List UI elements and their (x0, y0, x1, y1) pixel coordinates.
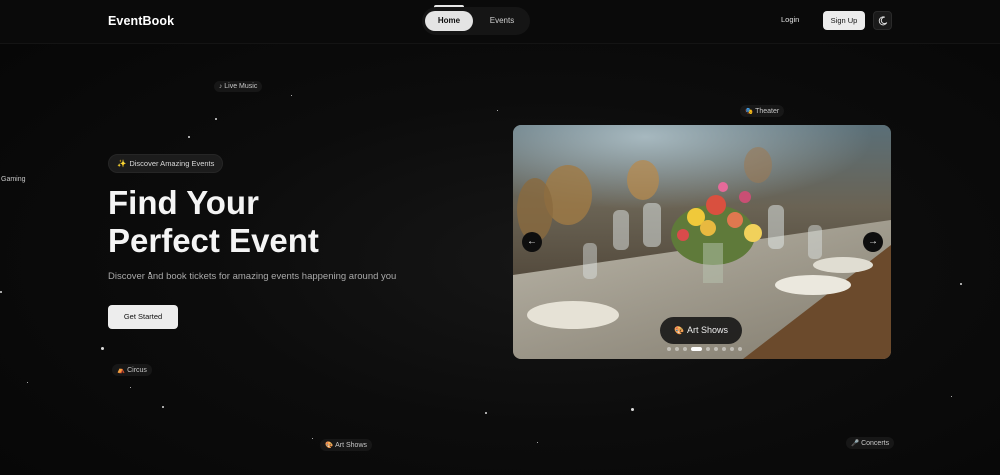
carousel-pagination (667, 347, 742, 351)
page: EventBook Home Events Login Sign Up ♪ Liv… (0, 0, 1000, 475)
carousel-next-button[interactable]: → (863, 232, 883, 252)
hero-subtitle: Discover and book tickets for amazing ev… (108, 271, 397, 282)
carousel-prev-button[interactable]: ← (522, 232, 542, 252)
top-header: EventBook Home Events Login Sign Up (0, 0, 1000, 44)
carousel-dot[interactable] (730, 347, 734, 351)
hero-title: Find Your Perfect Event (108, 184, 319, 259)
star (951, 396, 952, 397)
star (27, 382, 28, 383)
star (291, 95, 292, 96)
carousel-dot[interactable] (675, 347, 679, 351)
star (497, 110, 498, 111)
star (960, 283, 962, 285)
star (631, 408, 634, 411)
carousel-dot[interactable] (667, 347, 671, 351)
floating-tag-circus: ⛺ Circus (112, 364, 152, 376)
moon-icon (878, 16, 888, 26)
signup-button[interactable]: Sign Up (823, 11, 865, 30)
carousel-dot[interactable] (706, 347, 710, 351)
nav-events-tab[interactable]: Events (482, 11, 522, 31)
carousel-caption: 🎨 Art Shows (660, 317, 742, 344)
login-link[interactable]: Login (781, 15, 799, 24)
star (162, 406, 164, 408)
brand-logo[interactable]: EventBook (108, 14, 174, 28)
circus-tent-icon: ⛺ (117, 367, 126, 374)
star (0, 291, 2, 293)
theme-toggle-button[interactable] (873, 11, 892, 30)
nav-home-tab[interactable]: Home (425, 11, 473, 31)
theater-masks-icon: 🎭 (745, 108, 754, 115)
sparkles-icon: ✨ (117, 159, 127, 168)
star (537, 442, 538, 443)
carousel-dot[interactable] (683, 347, 687, 351)
star (130, 387, 131, 388)
carousel-dot[interactable] (738, 347, 742, 351)
carousel-dot[interactable] (722, 347, 726, 351)
carousel-dot[interactable] (691, 347, 702, 351)
palette-icon: 🎨 (325, 442, 334, 449)
floating-tag-live-music: ♪ Live Music (214, 81, 263, 92)
get-started-button[interactable]: Get Started (108, 305, 178, 329)
floating-tag-theater: 🎭 Theater (740, 105, 785, 117)
microphone-icon: 🎤 (851, 440, 860, 447)
palette-icon: 🎨 (674, 326, 684, 335)
floating-tag-art-shows: 🎨 Art Shows (320, 439, 372, 451)
floating-tag-gaming: Gaming (1, 176, 26, 183)
main-nav: Home Events (422, 7, 530, 35)
star (188, 136, 190, 138)
event-carousel[interactable]: ← → 🎨 Art Shows (513, 125, 891, 359)
star (312, 438, 313, 439)
star (101, 347, 104, 350)
hero-badge: ✨ Discover Amazing Events (108, 154, 224, 173)
floating-tag-concerts: 🎤 Concerts (846, 437, 895, 449)
music-note-icon: ♪ (219, 83, 223, 90)
carousel-dot[interactable] (714, 347, 718, 351)
star (215, 118, 217, 120)
star (485, 412, 487, 414)
